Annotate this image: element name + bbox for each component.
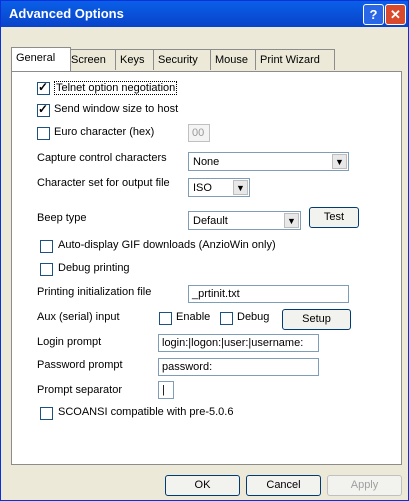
aux-input-label: Aux (serial) input bbox=[37, 311, 120, 323]
prompt-separator-input[interactable]: | bbox=[158, 381, 174, 399]
prompt-separator-label: Prompt separator bbox=[37, 384, 122, 396]
window-title: Advanced Options bbox=[9, 6, 124, 21]
tab-mouse[interactable]: Mouse bbox=[210, 49, 261, 70]
tab-screen[interactable]: Screen bbox=[66, 49, 121, 70]
chevron-down-icon[interactable]: ▼ bbox=[332, 154, 347, 169]
password-prompt-label: Password prompt bbox=[37, 359, 123, 371]
charset-output-select[interactable]: ISO ▼ bbox=[188, 178, 250, 197]
charset-output-value: ISO bbox=[193, 182, 212, 194]
capture-control-select[interactable]: None ▼ bbox=[188, 152, 349, 171]
close-icon[interactable]: ✕ bbox=[385, 4, 406, 25]
setup-button[interactable]: Setup bbox=[282, 309, 351, 330]
printing-init-file-label: Printing initialization file bbox=[37, 286, 152, 298]
scoansi-checkbox[interactable] bbox=[40, 407, 53, 420]
auto-display-gif-checkbox[interactable] bbox=[40, 240, 53, 253]
general-tab-panel: Telnet option negotiation Send window si… bbox=[11, 71, 402, 465]
printing-init-file-input[interactable]: _prtinit.txt bbox=[188, 285, 349, 303]
euro-character-field: 00 bbox=[188, 124, 210, 142]
telnet-option-checkbox[interactable] bbox=[37, 80, 50, 95]
tab-print-wizard[interactable]: Print Wizard bbox=[255, 49, 335, 70]
debug-printing-checkbox[interactable] bbox=[40, 263, 53, 276]
charset-output-label: Character set for output file bbox=[37, 177, 170, 189]
login-prompt-input[interactable]: login:|logon:|user:|username: bbox=[158, 334, 319, 352]
password-prompt-input[interactable]: password: bbox=[158, 358, 319, 376]
send-window-size-checkbox[interactable] bbox=[37, 102, 50, 117]
telnet-option-label[interactable]: Telnet option negotiation bbox=[54, 81, 178, 95]
beep-type-label: Beep type bbox=[37, 212, 87, 224]
test-button[interactable]: Test bbox=[309, 207, 359, 228]
send-window-size-label[interactable]: Send window size to host bbox=[54, 103, 178, 115]
auto-display-gif-label[interactable]: Auto-display GIF downloads (AnzioWin onl… bbox=[58, 239, 276, 251]
scoansi-label[interactable]: SCOANSI compatible with pre-5.0.6 bbox=[58, 406, 233, 418]
chevron-down-icon[interactable]: ▼ bbox=[233, 180, 248, 195]
aux-debug-label[interactable]: Debug bbox=[237, 311, 269, 323]
capture-control-value: None bbox=[193, 156, 220, 168]
aux-enable-label[interactable]: Enable bbox=[176, 311, 210, 323]
cancel-button[interactable]: Cancel bbox=[246, 475, 321, 496]
capture-control-label: Capture control characters bbox=[37, 152, 167, 164]
euro-character-checkbox[interactable] bbox=[37, 127, 50, 140]
help-icon[interactable]: ? bbox=[363, 4, 384, 25]
chevron-down-icon[interactable]: ▼ bbox=[284, 213, 299, 228]
debug-printing-label[interactable]: Debug printing bbox=[58, 262, 130, 274]
beep-type-select[interactable]: Default ▼ bbox=[188, 211, 301, 230]
aux-debug-checkbox[interactable] bbox=[220, 312, 233, 325]
advanced-options-dialog: Advanced Options ? ✕ General Screen Keys… bbox=[0, 0, 409, 501]
ok-button[interactable]: OK bbox=[165, 475, 240, 496]
tab-security[interactable]: Security bbox=[153, 49, 216, 70]
beep-type-value: Default bbox=[193, 215, 228, 227]
title-bar[interactable]: Advanced Options ? ✕ bbox=[1, 1, 408, 27]
tab-general[interactable]: General bbox=[11, 47, 71, 71]
euro-character-label[interactable]: Euro character (hex) bbox=[54, 126, 154, 138]
login-prompt-label: Login prompt bbox=[37, 336, 102, 348]
aux-enable-checkbox[interactable] bbox=[159, 312, 172, 325]
apply-button: Apply bbox=[327, 475, 402, 496]
